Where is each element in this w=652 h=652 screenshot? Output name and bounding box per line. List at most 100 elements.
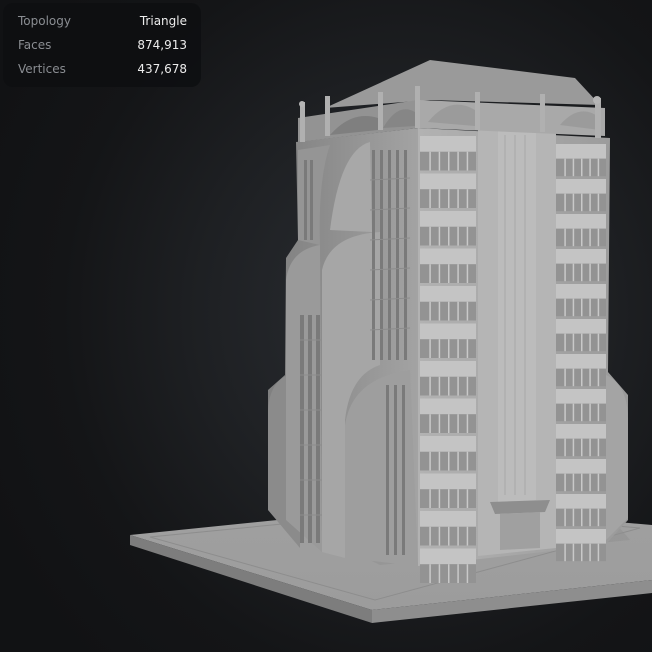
window-mullion	[572, 333, 575, 352]
window-mullion	[581, 403, 583, 422]
window-mullion	[457, 414, 459, 433]
window-mullion	[448, 264, 450, 283]
window-mullion	[448, 526, 450, 546]
floor-band	[420, 248, 476, 265]
window-mullion	[457, 301, 459, 321]
window-mullion	[572, 263, 575, 282]
window-mullion	[438, 451, 441, 471]
tower-left-face	[268, 128, 418, 566]
window-mullion	[589, 228, 591, 247]
window-mullion	[429, 376, 431, 396]
window-mullion	[429, 489, 431, 508]
window-mullion	[438, 264, 441, 283]
window-mullion	[448, 301, 450, 321]
floor-band	[556, 354, 606, 369]
window-mullion	[438, 526, 441, 546]
floor-band	[556, 284, 606, 299]
model-stats-panel: Topology Triangle Faces 874,913 Vertices…	[3, 3, 201, 87]
window-mullion	[564, 333, 566, 352]
window-mullion	[438, 376, 441, 396]
window-mullion	[429, 339, 431, 358]
stat-row-topology: Topology Triangle	[18, 9, 187, 33]
window-mullion	[597, 193, 600, 212]
window-mullion	[572, 158, 575, 177]
window-mullion	[448, 414, 450, 433]
window-mullion	[589, 403, 591, 422]
window-mullion	[572, 368, 575, 387]
stat-row-faces: Faces 874,913	[18, 33, 187, 57]
floor-band	[556, 179, 606, 194]
window-mullion	[429, 414, 431, 433]
window-mullion	[466, 339, 469, 358]
stat-label: Vertices	[18, 62, 66, 76]
window-mullion	[457, 339, 459, 358]
window-mullion	[448, 376, 450, 396]
window-mullion	[564, 543, 566, 562]
window-mullion	[457, 264, 459, 283]
floor-band	[556, 249, 606, 264]
window-mullion	[597, 263, 600, 282]
floor-band	[420, 511, 476, 527]
window-mullion	[597, 543, 600, 562]
floor-band	[420, 361, 476, 377]
floor-band	[420, 286, 476, 302]
window-mullion	[466, 376, 469, 396]
window-mullion	[581, 473, 583, 492]
window-mullion	[466, 189, 469, 208]
window-mullion	[438, 301, 441, 321]
window-mullion	[438, 414, 441, 433]
window-mullion	[572, 298, 575, 317]
window-mullion	[597, 298, 600, 317]
window-mullion	[438, 489, 441, 508]
window-mullion	[438, 189, 441, 208]
stat-label: Topology	[18, 14, 71, 28]
window-mullion	[457, 189, 459, 208]
window-mullion	[572, 228, 575, 247]
window-mullion	[564, 193, 566, 212]
stat-label: Faces	[18, 38, 52, 52]
window-mullion	[457, 489, 459, 508]
window-mullion	[597, 228, 600, 247]
window-mullion	[466, 226, 469, 246]
window-mullion	[572, 438, 575, 457]
window-mullion	[457, 526, 459, 546]
window-mullion	[572, 193, 575, 212]
floor-band	[420, 473, 476, 490]
window-mullion	[466, 151, 469, 171]
stat-value: 874,913	[137, 38, 187, 52]
window-mullion	[438, 339, 441, 358]
window-mullion	[564, 263, 566, 282]
floor-band	[556, 389, 606, 404]
window-mullion	[457, 564, 459, 583]
window-mullion	[581, 333, 583, 352]
window-mullion	[572, 403, 575, 422]
window-mullion	[448, 451, 450, 471]
floor-band	[556, 459, 606, 474]
window-mullion	[597, 368, 600, 387]
building-model[interactable]	[0, 0, 652, 652]
window-mullion	[466, 564, 469, 583]
window-mullion	[589, 473, 591, 492]
window-mullion	[466, 526, 469, 546]
floor-band	[556, 494, 606, 509]
window-mullion	[448, 564, 450, 583]
floor-band	[420, 436, 476, 452]
window-mullion	[572, 508, 575, 527]
window-mullion	[564, 508, 566, 527]
window-mullion	[466, 301, 469, 321]
window-mullion	[448, 151, 450, 171]
window-mullion	[589, 368, 591, 387]
window-mullion	[438, 226, 441, 246]
window-mullion	[589, 543, 591, 562]
floor-band	[420, 323, 476, 340]
window-mullion	[589, 158, 591, 177]
window-mullion	[581, 158, 583, 177]
window-mullion	[448, 226, 450, 246]
3d-viewport[interactable]: Topology Triangle Faces 874,913 Vertices…	[0, 0, 652, 652]
window-mullion	[429, 451, 431, 471]
window-mullion	[581, 263, 583, 282]
window-mullion	[466, 414, 469, 433]
window-mullion	[457, 151, 459, 171]
floor-band	[556, 214, 606, 229]
window-mullion	[597, 473, 600, 492]
